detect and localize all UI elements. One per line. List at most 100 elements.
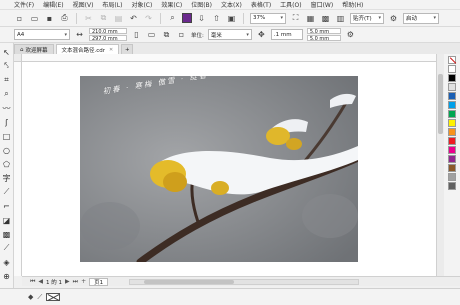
- menu-object[interactable]: 对象(C): [131, 0, 152, 9]
- tab-document[interactable]: 文本混合路径.cdr ✕: [55, 44, 120, 54]
- artistic-media-icon[interactable]: ʃ: [2, 117, 12, 127]
- eyedropper-icon[interactable]: ⟋: [37, 293, 42, 302]
- text-tool-icon[interactable]: 字: [2, 173, 12, 183]
- new-document-icon[interactable]: ▫: [14, 13, 25, 24]
- corel-connect-icon[interactable]: [182, 13, 192, 23]
- color-swatch[interactable]: [448, 110, 456, 118]
- menu-window[interactable]: 窗口(W): [311, 0, 334, 9]
- horizontal-ruler[interactable]: [22, 54, 436, 62]
- menu-tools[interactable]: 工具(O): [280, 0, 301, 9]
- print-icon[interactable]: ⎙: [59, 13, 70, 24]
- all-pages-icon[interactable]: ⧉: [161, 29, 172, 40]
- open-folder-icon[interactable]: ▭: [29, 13, 40, 24]
- menu-table[interactable]: 表格(T): [251, 0, 271, 9]
- landscape-icon[interactable]: ▭: [146, 29, 157, 40]
- previous-page-icon[interactable]: ◀: [38, 278, 43, 285]
- portrait-icon[interactable]: ▯: [131, 29, 142, 40]
- last-page-icon[interactable]: ⏭: [73, 278, 78, 286]
- guidelines-icon[interactable]: ▥: [335, 13, 346, 24]
- units-select[interactable]: 毫米 ▾: [207, 29, 252, 40]
- add-tool-icon[interactable]: ⊕: [2, 271, 12, 281]
- ellipse-tool-icon[interactable]: ○: [2, 145, 12, 155]
- vertical-scrollbar[interactable]: [436, 54, 444, 276]
- color-swatch[interactable]: [448, 101, 456, 109]
- ruler-origin[interactable]: [14, 54, 22, 62]
- color-swatch[interactable]: [448, 137, 456, 145]
- menu-file[interactable]: 文件(F): [14, 0, 34, 9]
- scroll-thumb[interactable]: [438, 74, 443, 134]
- color-swatch[interactable]: [448, 164, 456, 172]
- page-width-field[interactable]: 210.0 mm: [89, 28, 127, 35]
- publish-pdf-icon[interactable]: ▣: [226, 13, 237, 24]
- menu-effects[interactable]: 效果(C): [161, 0, 182, 9]
- import-icon[interactable]: ⇩: [196, 13, 207, 24]
- next-page-icon[interactable]: ▶: [65, 278, 70, 285]
- redo-icon[interactable]: ↷: [143, 13, 154, 24]
- shape-tool-icon[interactable]: ⤣: [2, 61, 12, 71]
- color-swatch[interactable]: [448, 173, 456, 181]
- duplicate-y-field[interactable]: 5.0 mm: [306, 35, 341, 42]
- vertical-ruler[interactable]: [14, 62, 22, 276]
- color-swatch[interactable]: [448, 119, 456, 127]
- save-icon[interactable]: ▪: [44, 13, 55, 24]
- polygon-tool-icon[interactable]: ⬠: [2, 159, 12, 169]
- export-icon[interactable]: ⇧: [211, 13, 222, 24]
- tab-welcome-screen[interactable]: ⌂ 欢迎屏幕: [14, 44, 54, 54]
- interactive-fill-icon[interactable]: ◈: [2, 257, 12, 267]
- page-tab[interactable]: 页1: [89, 277, 109, 286]
- eyedropper-icon[interactable]: ⟋: [2, 243, 12, 253]
- menu-bitmaps[interactable]: 位图(B): [191, 0, 212, 9]
- rectangle-tool-icon[interactable]: □: [2, 131, 12, 141]
- color-swatch[interactable]: [448, 128, 456, 136]
- status-bar: ◆ ⟋: [0, 288, 460, 305]
- color-swatch[interactable]: [448, 92, 456, 100]
- rulers-icon[interactable]: ▦: [305, 13, 316, 24]
- pick-tool-icon[interactable]: ↖: [2, 47, 12, 57]
- snap-to-select[interactable]: 贴齐(T) ▾: [350, 12, 384, 24]
- zoom-level-select[interactable]: 37% ▾: [250, 12, 286, 24]
- parallel-dimension-icon[interactable]: ⟋: [2, 187, 12, 197]
- application-launcher-select[interactable]: 启动 ▾: [403, 12, 439, 24]
- transparency-icon[interactable]: ▩: [2, 229, 12, 239]
- menu-layout[interactable]: 布局(L): [102, 0, 122, 9]
- drop-shadow-icon[interactable]: ◪: [2, 215, 12, 225]
- current-page-icon[interactable]: ▫: [176, 29, 187, 40]
- plum-blossom-photo[interactable]: 初春 · 寒梅 傲雪 · 绽香: [80, 76, 358, 262]
- color-swatch[interactable]: [448, 146, 456, 154]
- add-tab-button[interactable]: +: [121, 44, 134, 54]
- color-swatch[interactable]: [448, 83, 456, 91]
- color-swatch[interactable]: [448, 182, 456, 190]
- cut-icon[interactable]: ✂: [83, 13, 94, 24]
- duplicate-x-field[interactable]: 5.0 mm: [306, 28, 341, 35]
- nudge-distance-field[interactable]: .1 mm: [270, 29, 303, 40]
- crop-tool-icon[interactable]: ⌗: [2, 75, 12, 85]
- menu-text[interactable]: 文本(X): [221, 0, 242, 9]
- search-content-icon[interactable]: ⌕: [167, 13, 178, 24]
- grid-icon[interactable]: ▩: [320, 13, 331, 24]
- connector-tool-icon[interactable]: ⌐: [2, 201, 12, 211]
- page-height-field[interactable]: 297.0 mm: [89, 35, 127, 42]
- no-color-swatch[interactable]: [448, 56, 456, 64]
- menu-help[interactable]: 帮助(H): [342, 0, 363, 9]
- color-swatch[interactable]: [448, 155, 456, 163]
- undo-icon[interactable]: ↶: [128, 13, 139, 24]
- scroll-thumb[interactable]: [144, 279, 235, 284]
- close-icon[interactable]: ✕: [109, 47, 113, 53]
- page-navigator: ⏮ ◀ 1 的 1 ▶ ⏭ + 页1: [22, 276, 460, 286]
- first-page-icon[interactable]: ⏮: [30, 278, 35, 286]
- gear-icon[interactable]: ⚙: [345, 29, 356, 40]
- full-screen-icon[interactable]: ⛶: [290, 13, 301, 24]
- menu-view[interactable]: 视图(V): [73, 0, 94, 9]
- paper-type-select[interactable]: A4 ▾: [14, 29, 70, 40]
- freehand-tool-icon[interactable]: 〰: [2, 103, 12, 113]
- horizontal-scrollbar[interactable]: [129, 278, 360, 285]
- options-gear-icon[interactable]: ⚙: [388, 13, 399, 24]
- color-swatch[interactable]: [448, 74, 456, 82]
- fill-icon[interactable]: ◆: [28, 293, 33, 301]
- color-swatch[interactable]: [448, 65, 456, 73]
- copy-icon[interactable]: ⧉: [98, 13, 109, 24]
- paste-icon[interactable]: ▤: [113, 13, 124, 24]
- menu-edit[interactable]: 编辑(E): [43, 0, 63, 9]
- add-page-icon[interactable]: +: [81, 278, 86, 285]
- zoom-tool-icon[interactable]: ⌕: [2, 89, 12, 99]
